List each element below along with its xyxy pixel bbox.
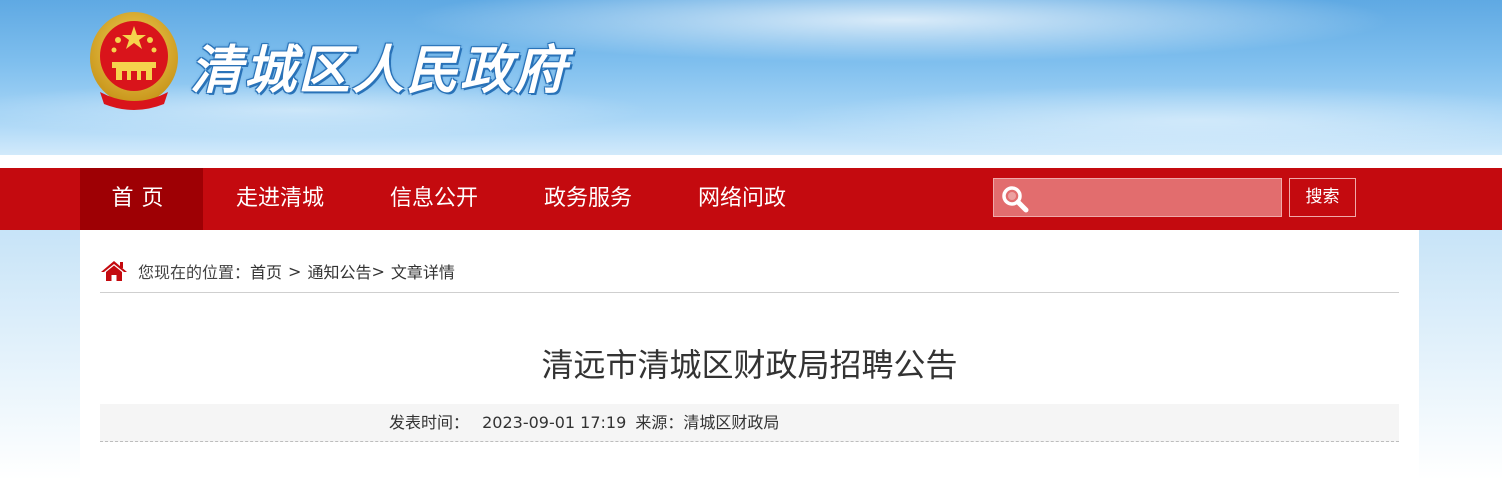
breadcrumb-separator: > [288, 261, 302, 281]
nav-item-info[interactable]: 信息公开 [357, 168, 511, 230]
site-title: 清城区人民政府 [190, 41, 569, 101]
nav-item-services[interactable]: 政务服务 [511, 168, 665, 230]
search-icon [1002, 186, 1029, 213]
source-label: 来源： [635, 413, 684, 432]
header-banner: 清城区人民政府 [0, 0, 1502, 157]
nav-item-about[interactable]: 走进清城 [203, 168, 357, 230]
header-divider [0, 155, 1502, 168]
article-title: 清远市清城区财政局招聘公告 [541, 346, 958, 384]
breadcrumb-separator: > [371, 261, 385, 281]
source-value: 清城区财政局 [683, 413, 780, 432]
breadcrumb: 您现在的位置： 首页 > 通知公告 > 文章详情 [100, 256, 1399, 286]
nav-item-inquiry[interactable]: 网络问政 [665, 168, 819, 230]
national-emblem-icon [90, 12, 178, 110]
breadcrumb-current: 文章详情 [390, 263, 455, 282]
search-button[interactable]: 搜索 [1289, 178, 1356, 217]
home-icon [101, 261, 127, 281]
publish-time: 2023-09-01 17:19 [482, 413, 627, 432]
breadcrumb-notices-link[interactable]: 通知公告 [307, 259, 371, 283]
article-meta-inner: 发表时间： 2023-09-01 17:19 来源：清城区财政局 [389, 404, 779, 442]
publish-time-label: 发表时间： [389, 413, 470, 432]
breadcrumb-label: 您现在的位置： [138, 263, 251, 282]
breadcrumb-home-link[interactable]: 首页 [250, 259, 282, 283]
search-input[interactable] [1034, 183, 1274, 213]
search-box [993, 178, 1282, 217]
nav-item-home[interactable]: 首页 [80, 168, 203, 230]
nav-items: 首页 走进清城 信息公开 政务服务 网络问政 [80, 168, 819, 230]
article-meta: 发表时间： 2023-09-01 17:19 来源：清城区财政局 [100, 404, 1399, 442]
content-panel: 您现在的位置： 首页 > 通知公告 > 文章详情 清远市清城区财政局招聘公告 发… [80, 230, 1419, 480]
breadcrumb-divider [100, 292, 1399, 293]
main-nav: 首页 走进清城 信息公开 政务服务 网络问政 搜索 [0, 168, 1502, 230]
